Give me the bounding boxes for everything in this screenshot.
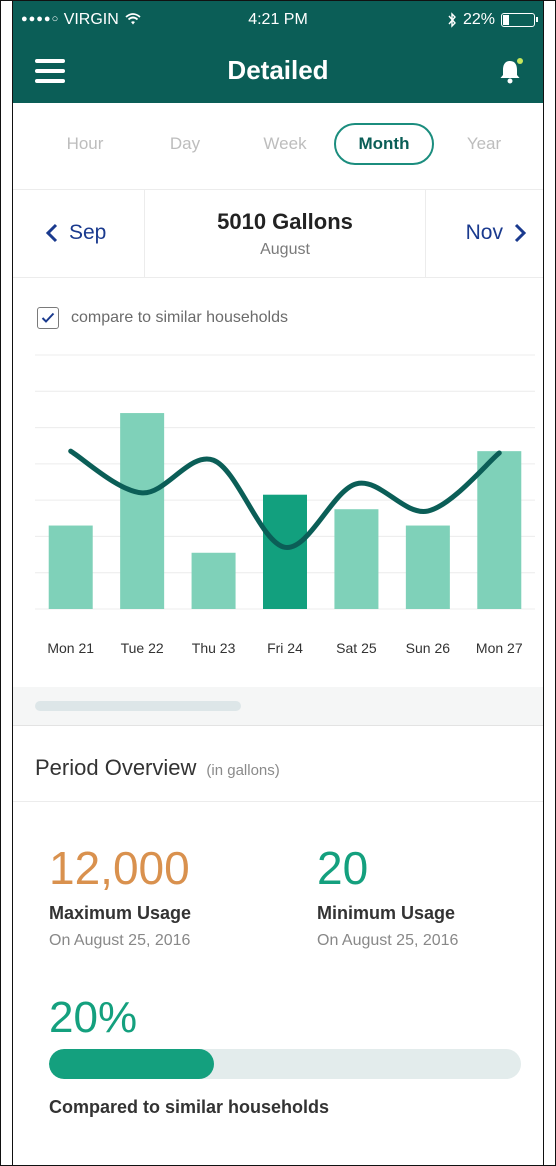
- chevron-right-icon: [514, 223, 527, 243]
- x-tick-label: Thu 23: [192, 640, 236, 656]
- min-usage-value: 20: [317, 842, 369, 894]
- chart-bar-mon-21[interactable]: [48, 525, 93, 609]
- chart-bar-tue-22[interactable]: [120, 413, 165, 609]
- bell-icon[interactable]: [495, 56, 525, 86]
- x-tick-label: Sat 25: [336, 640, 377, 656]
- comparison-progress-bar: [49, 1049, 521, 1079]
- previous-period-button[interactable]: Sep: [13, 189, 145, 277]
- min-usage-date: On August 25, 2016: [317, 932, 459, 949]
- max-usage-label: Maximum Usage: [49, 903, 192, 923]
- overview-unit-note: (in gallons): [206, 762, 280, 779]
- bluetooth-icon: [448, 12, 456, 28]
- period-selector: Sep 5010 Gallons August Nov: [13, 189, 543, 278]
- min-usage-stat: 20 Minimum Usage On August 25, 2016: [317, 841, 458, 950]
- min-usage-label: Minimum Usage: [317, 903, 456, 923]
- tab-hour[interactable]: Hour: [41, 123, 129, 165]
- compare-toggle[interactable]: compare to similar households: [37, 307, 288, 329]
- period-month: August: [260, 241, 310, 258]
- chart-bar-mon-27[interactable]: [477, 451, 522, 609]
- nav-bar: Detailed: [13, 41, 543, 103]
- app-screen: ●●●●○ VIRGIN 4:21 PM 22% Detailed Hour D…: [0, 0, 556, 1166]
- battery-icon: [501, 13, 538, 27]
- notification-dot: [517, 58, 523, 64]
- current-period: 5010 Gallons August: [145, 189, 425, 277]
- period-overview-header: Period Overview (in gallons): [13, 739, 543, 802]
- x-tick-label: Mon 27: [476, 640, 523, 656]
- next-period-button[interactable]: Nov: [425, 189, 543, 277]
- chart-bar-sat-25[interactable]: [334, 509, 379, 609]
- chart-bar-fri-24[interactable]: [263, 494, 307, 609]
- max-usage-stat: 12,000 Maximum Usage On August 25, 2016: [49, 841, 191, 950]
- period-total: 5010 Gallons: [217, 209, 353, 234]
- chart-bar-thu-23[interactable]: [191, 552, 236, 609]
- overview-title: Period Overview: [35, 755, 197, 780]
- comparison-progress-fill: [49, 1049, 215, 1079]
- tab-day[interactable]: Day: [141, 123, 229, 165]
- comparison-percent: 20%: [49, 993, 138, 1042]
- max-usage-date: On August 25, 2016: [49, 932, 191, 949]
- previous-period-label: Sep: [69, 221, 107, 244]
- status-bar: ●●●●○ VIRGIN 4:21 PM 22%: [13, 1, 543, 41]
- page-title: Detailed: [227, 55, 329, 85]
- x-tick-label: Fri 24: [267, 640, 303, 656]
- tab-year[interactable]: Year: [440, 123, 528, 165]
- max-usage-value: 12,000: [49, 842, 190, 894]
- time-range-tabs: Hour Day Week Month Year: [13, 103, 543, 190]
- tab-week[interactable]: Week: [241, 123, 329, 165]
- chart-scroll-area: [13, 687, 543, 726]
- tab-month[interactable]: Month: [334, 123, 434, 165]
- chevron-left-icon: [45, 223, 58, 243]
- next-period-label: Nov: [465, 221, 503, 244]
- compare-checkbox[interactable]: [37, 307, 59, 329]
- x-tick-label: Mon 21: [47, 640, 94, 656]
- chart-scrollbar[interactable]: [35, 701, 241, 711]
- x-tick-label: Sun 26: [406, 640, 451, 656]
- battery: 22%: [447, 11, 538, 29]
- x-tick-label: Tue 22: [121, 640, 164, 656]
- checkmark-icon: [41, 312, 55, 323]
- battery-percent: 22%: [462, 11, 495, 28]
- daily-usage-chart: Mon 21 Tue 22 Thu 23 Fri 24 Sat 25 Sun 26 Mon …: [35, 354, 535, 656]
- chart-bar-sun-26[interactable]: [405, 525, 450, 609]
- comparison-label: Compared to similar households: [49, 1097, 330, 1117]
- compare-label: compare to similar households: [71, 309, 288, 326]
